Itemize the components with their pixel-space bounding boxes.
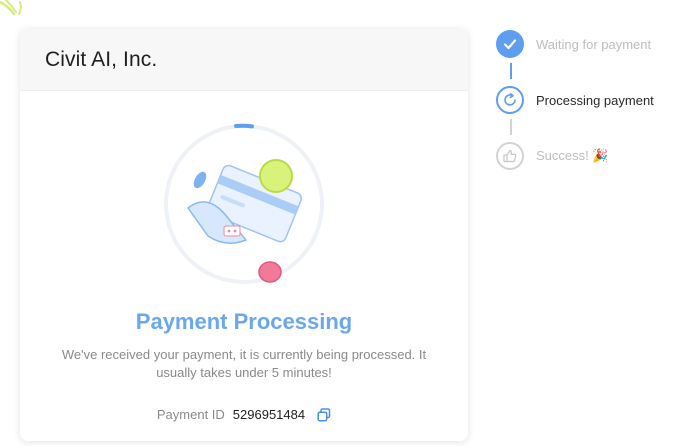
step-label: Success! 🎉 [536, 148, 609, 163]
status-title: Payment Processing [135, 309, 353, 334]
thumbs-up-icon [496, 142, 524, 170]
step-processing-payment: Processing payment [496, 86, 654, 114]
payment-id-label: Payment ID [156, 407, 225, 422]
status-description: We've received your payment, it is curre… [61, 347, 427, 380]
check-icon [496, 30, 524, 58]
merchant-name: Civit AI, Inc. [45, 47, 158, 71]
refresh-icon [496, 86, 524, 114]
step-connector [510, 119, 512, 135]
copy-icon[interactable] [317, 407, 331, 422]
payment-card: Civit AI, Inc. Payment Processing We've … [20, 29, 468, 441]
payment-id-row: Payment ID 5296951484 [20, 407, 468, 422]
payment-id-value: 5296951484 [232, 407, 306, 422]
card-header: Civit AI, Inc. [20, 29, 468, 91]
payment-illustration [162, 122, 326, 286]
step-connector [510, 63, 512, 79]
step-label: Processing payment [536, 92, 654, 108]
step-label: Waiting for payment [536, 36, 652, 52]
step-success: Success! 🎉 [496, 142, 609, 170]
step-waiting-for-payment: Waiting for payment [496, 30, 651, 58]
